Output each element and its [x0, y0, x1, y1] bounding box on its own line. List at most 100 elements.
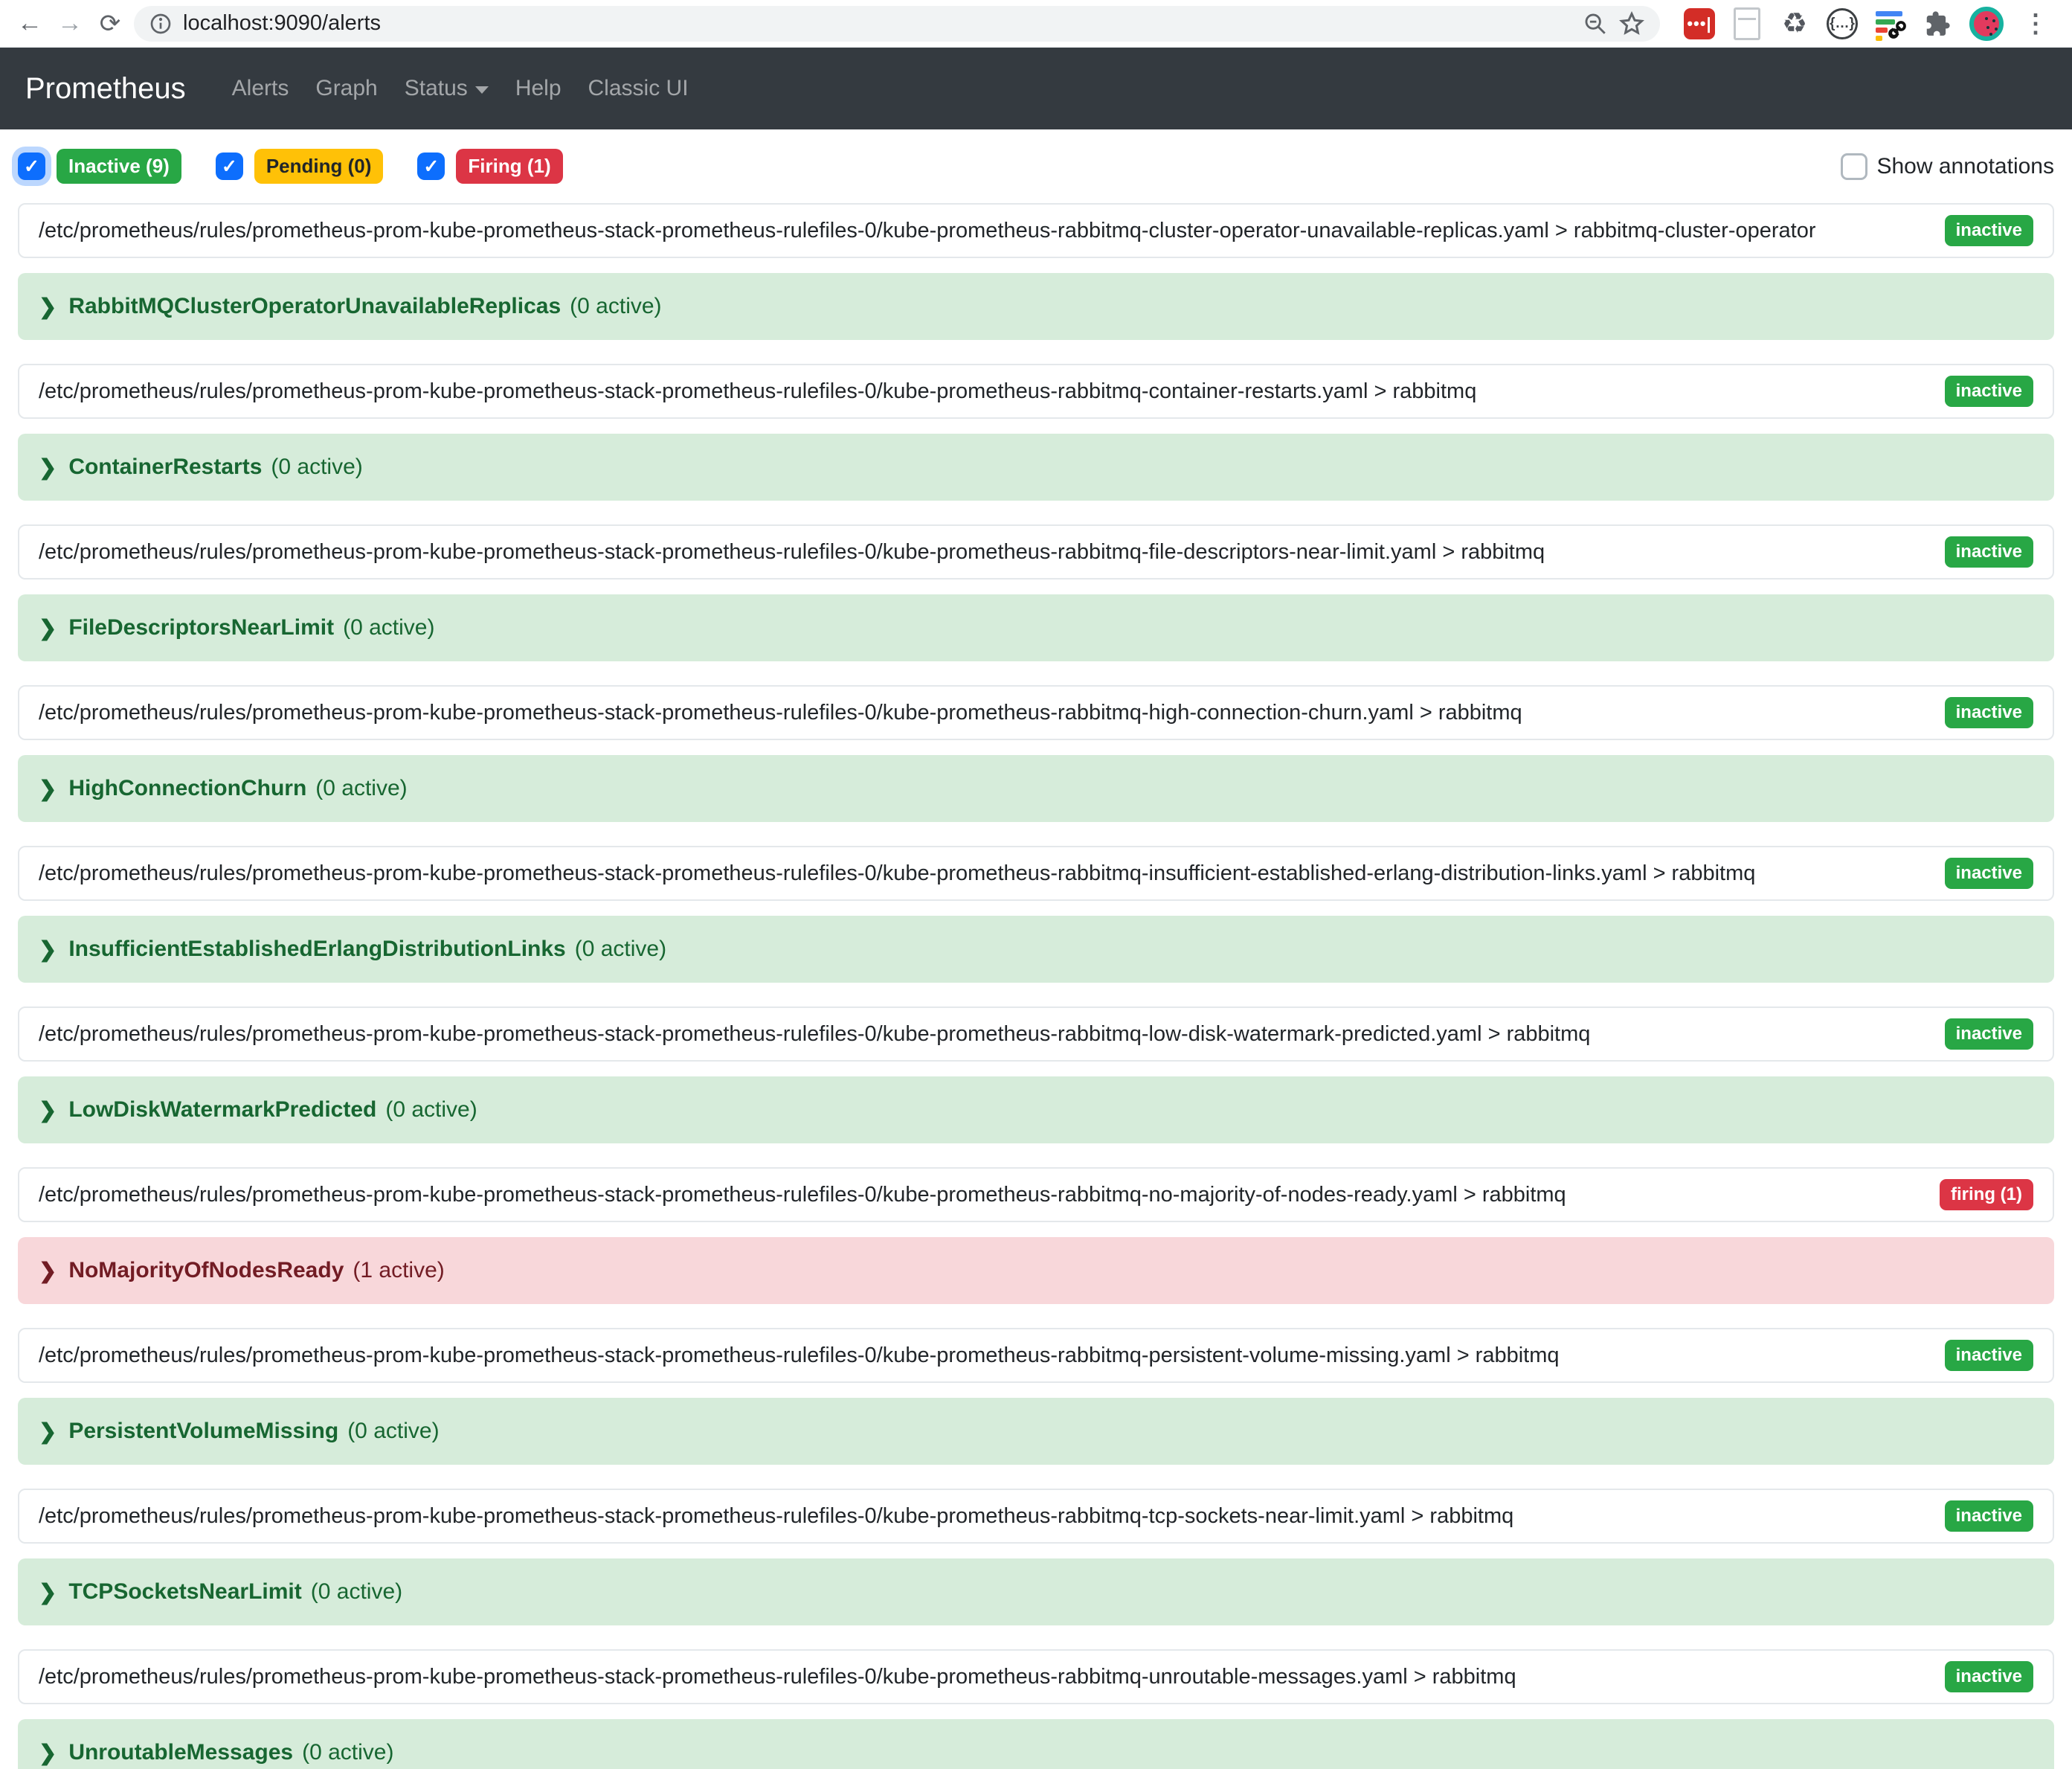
shortcuts-extension-icon[interactable]	[1874, 8, 1905, 39]
filter-inactive[interactable]: ✓ Inactive (9)	[18, 149, 181, 184]
browser-toolbar: ← → ⟳ localhost:9090/alerts •••| ♻ {…}	[0, 0, 2072, 48]
rule-state-badge: inactive	[1945, 697, 2033, 728]
chevron-right-icon: ❯	[39, 294, 57, 320]
nav-alerts[interactable]: Alerts	[219, 76, 303, 101]
chevron-down-icon	[475, 86, 489, 94]
chevron-right-icon: ❯	[39, 776, 57, 802]
alert-rule-panel[interactable]: ❯ PersistentVolumeMissing (0 active)	[18, 1398, 2054, 1465]
rule-file-row: /etc/prometheus/rules/prometheus-prom-ku…	[18, 1649, 2054, 1704]
firing-badge[interactable]: Firing (1)	[456, 149, 562, 184]
show-annotations-checkbox[interactable]	[1841, 153, 1867, 180]
alert-rule-panel[interactable]: ❯ InsufficientEstablishedErlangDistribut…	[18, 916, 2054, 983]
alert-active-count: (0 active)	[311, 1579, 402, 1605]
rule-file-row: /etc/prometheus/rules/prometheus-prom-ku…	[18, 685, 2054, 740]
rule-state-badge: inactive	[1945, 858, 2033, 889]
zoom-out-icon[interactable]	[1583, 11, 1608, 36]
rule-state-badge: inactive	[1945, 1340, 2033, 1371]
rule-state-badge: inactive	[1945, 215, 2033, 246]
lastpass-extension-icon[interactable]: •••|	[1684, 8, 1715, 39]
rule-file-path: /etc/prometheus/rules/prometheus-prom-ku…	[39, 1665, 1516, 1689]
alert-active-count: (0 active)	[347, 1419, 439, 1444]
page-info-icon[interactable]	[149, 12, 173, 36]
recycle-extension-icon[interactable]: ♻	[1779, 8, 1810, 39]
chevron-right-icon: ❯	[39, 1419, 57, 1445]
alert-active-count: (0 active)	[570, 294, 661, 319]
inactive-badge[interactable]: Inactive (9)	[57, 149, 181, 184]
pending-checkbox[interactable]: ✓	[216, 152, 243, 180]
nav-status[interactable]: Status	[391, 76, 502, 101]
alert-rule-name: NoMajorityOfNodesReady	[68, 1258, 344, 1283]
rule-file-path: /etc/prometheus/rules/prometheus-prom-ku…	[39, 861, 1755, 886]
firing-checkbox[interactable]: ✓	[417, 152, 445, 180]
brand-prometheus[interactable]: Prometheus	[25, 72, 186, 106]
rule-file-path: /etc/prometheus/rules/prometheus-prom-ku…	[39, 701, 1522, 725]
rule-file-path: /etc/prometheus/rules/prometheus-prom-ku…	[39, 1022, 1590, 1047]
alert-rule-panel[interactable]: ❯ ContainerRestarts (0 active)	[18, 434, 2054, 501]
alert-active-count: (0 active)	[271, 455, 362, 480]
alert-active-count: (0 active)	[343, 615, 434, 640]
chevron-right-icon: ❯	[39, 455, 57, 481]
nav-help[interactable]: Help	[502, 76, 575, 101]
nav-graph[interactable]: Graph	[302, 76, 390, 101]
rule-file-path: /etc/prometheus/rules/prometheus-prom-ku…	[39, 379, 1476, 404]
alert-rule-name: RabbitMQClusterOperatorUnavailableReplic…	[68, 294, 561, 319]
rule-file-row: /etc/prometheus/rules/prometheus-prom-ku…	[18, 1489, 2054, 1544]
rule-file-row: /etc/prometheus/rules/prometheus-prom-ku…	[18, 846, 2054, 901]
alert-rule-panel[interactable]: ❯ LowDiskWatermarkPredicted (0 active)	[18, 1076, 2054, 1143]
chevron-right-icon: ❯	[39, 1740, 57, 1766]
rule-state-badge: inactive	[1945, 376, 2033, 407]
filter-pending[interactable]: ✓ Pending (0)	[216, 149, 384, 184]
alert-rule-name: PersistentVolumeMissing	[68, 1419, 338, 1444]
chevron-right-icon: ❯	[39, 937, 57, 963]
show-annotations-control: Show annotations	[1841, 153, 2054, 180]
rule-state-badge: firing (1)	[1940, 1179, 2033, 1210]
show-annotations-label: Show annotations	[1876, 154, 2054, 179]
chevron-right-icon: ❯	[39, 1097, 57, 1123]
alert-rule-panel[interactable]: ❯ HighConnectionChurn (0 active)	[18, 755, 2054, 822]
rule-file-path: /etc/prometheus/rules/prometheus-prom-ku…	[39, 1343, 1560, 1368]
chevron-right-icon: ❯	[39, 615, 57, 641]
alert-rule-name: ContainerRestarts	[68, 455, 262, 480]
alert-rule-name: HighConnectionChurn	[68, 776, 306, 801]
alert-rule-name: TCPSocketsNearLimit	[68, 1579, 301, 1605]
puzzle-extensions-icon[interactable]	[1922, 8, 1953, 39]
alert-rule-panel[interactable]: ❯ NoMajorityOfNodesReady (1 active)	[18, 1237, 2054, 1304]
rule-file-path: /etc/prometheus/rules/prometheus-prom-ku…	[39, 540, 1545, 565]
alert-rule-panel[interactable]: ❯ RabbitMQClusterOperatorUnavailableRepl…	[18, 273, 2054, 340]
rule-file-row: /etc/prometheus/rules/prometheus-prom-ku…	[18, 364, 2054, 419]
bookmark-star-icon[interactable]	[1618, 10, 1645, 37]
address-bar[interactable]: localhost:9090/alerts	[134, 6, 1660, 42]
prometheus-navbar: Prometheus Alerts Graph Status Help Clas…	[0, 48, 2072, 129]
rule-file-row: /etc/prometheus/rules/prometheus-prom-ku…	[18, 1328, 2054, 1383]
back-icon[interactable]: ←	[13, 7, 46, 40]
extensions-area: •••| ♻ {…} ⋮	[1667, 7, 2059, 41]
filter-firing[interactable]: ✓ Firing (1)	[417, 149, 562, 184]
alert-rule-panel[interactable]: ❯ UnroutableMessages (0 active)	[18, 1719, 2054, 1769]
rule-state-badge: inactive	[1945, 536, 2033, 568]
forward-icon[interactable]: →	[54, 7, 86, 40]
browser-menu-icon[interactable]: ⋮	[2020, 8, 2051, 39]
page-extension-icon[interactable]	[1731, 8, 1763, 39]
alert-rule-name: FileDescriptorsNearLimit	[68, 615, 334, 640]
alert-active-count: (0 active)	[315, 776, 407, 801]
inactive-checkbox[interactable]: ✓	[18, 152, 45, 180]
pending-badge[interactable]: Pending (0)	[254, 149, 384, 184]
rule-file-row: /etc/prometheus/rules/prometheus-prom-ku…	[18, 203, 2054, 258]
filter-bar: ✓ Inactive (9) ✓ Pending (0) ✓ Firing (1…	[18, 149, 2054, 184]
alert-active-count: (0 active)	[302, 1740, 393, 1765]
profile-avatar[interactable]	[1969, 7, 2004, 41]
rule-file-row: /etc/prometheus/rules/prometheus-prom-ku…	[18, 1006, 2054, 1062]
rule-file-path: /etc/prometheus/rules/prometheus-prom-ku…	[39, 219, 1815, 243]
rule-file-row: /etc/prometheus/rules/prometheus-prom-ku…	[18, 1167, 2054, 1222]
alerts-list: /etc/prometheus/rules/prometheus-prom-ku…	[0, 203, 2072, 1769]
rule-file-path: /etc/prometheus/rules/prometheus-prom-ku…	[39, 1504, 1513, 1529]
alert-rule-panel[interactable]: ❯ TCPSocketsNearLimit (0 active)	[18, 1558, 2054, 1625]
alert-active-count: (0 active)	[575, 937, 666, 962]
braces-extension-icon[interactable]: {…}	[1827, 8, 1858, 39]
rule-file-path: /etc/prometheus/rules/prometheus-prom-ku…	[39, 1183, 1566, 1207]
reload-icon[interactable]: ⟳	[94, 7, 126, 40]
rule-state-badge: inactive	[1945, 1500, 2033, 1532]
nav-classic-ui[interactable]: Classic UI	[575, 76, 702, 101]
alert-rule-panel[interactable]: ❯ FileDescriptorsNearLimit (0 active)	[18, 594, 2054, 661]
url-text[interactable]: localhost:9090/alerts	[183, 11, 1572, 36]
